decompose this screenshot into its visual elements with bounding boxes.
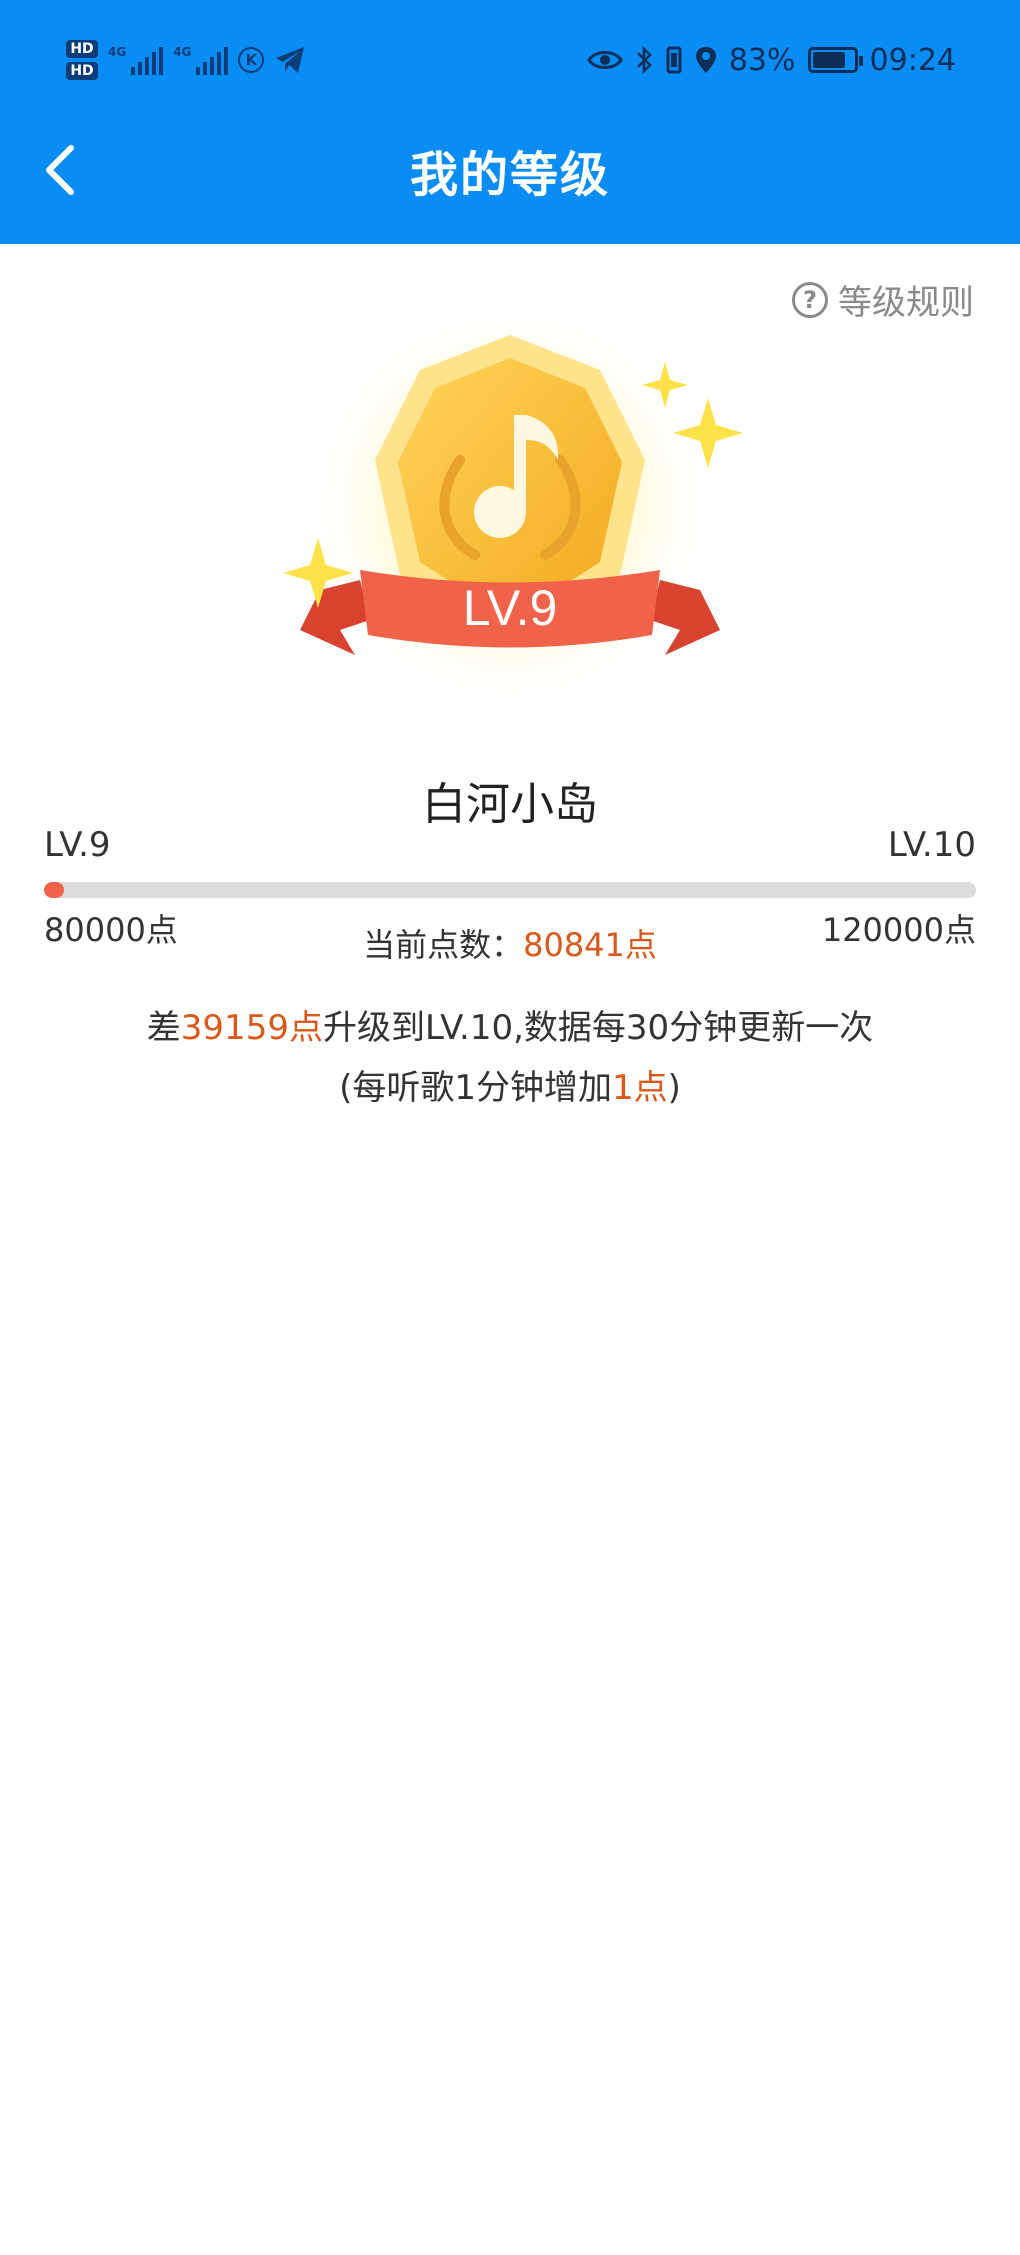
next-level-label: LV.10 bbox=[887, 825, 976, 865]
level-badge: LV.9 bbox=[260, 290, 760, 750]
top-header: HD HD 4G 4G K 83% 09:24 我的等级 bbox=[0, 0, 1020, 244]
level-rules-link[interactable]: ? 等级规则 bbox=[792, 275, 974, 324]
network-type-2: 4G bbox=[173, 45, 192, 59]
level-badge-graphic: LV.9 bbox=[283, 290, 743, 720]
current-points-value: 80841点 bbox=[523, 926, 657, 964]
eye-icon bbox=[587, 51, 623, 69]
current-level-label: LV.9 bbox=[44, 825, 111, 865]
status-bar-left: HD HD 4G 4G K bbox=[66, 30, 306, 90]
bluetooth-icon bbox=[636, 45, 652, 75]
points-rate-info: (每听歌1分钟增加1点) bbox=[0, 1060, 1020, 1109]
hd-indicators: HD HD bbox=[66, 40, 98, 80]
k-app-icon: K bbox=[238, 47, 265, 73]
upgrade-points-needed: 39159点 bbox=[180, 1008, 323, 1048]
upgrade-info-prefix: 差 bbox=[146, 1008, 181, 1048]
hd-badge-2: HD bbox=[66, 62, 98, 80]
signal-2-icon: 4G bbox=[173, 45, 229, 75]
current-points-label: 当前点数： bbox=[363, 926, 524, 964]
level-rules-label: 等级规则 bbox=[838, 283, 974, 323]
vibrate-icon bbox=[666, 46, 682, 74]
location-icon bbox=[695, 47, 716, 73]
level-progress-fill bbox=[44, 882, 64, 898]
telegram-icon bbox=[276, 47, 305, 73]
upgrade-info-suffix: 升级到LV.10,数据每30分钟更新一次 bbox=[322, 1008, 874, 1048]
battery-fill bbox=[812, 52, 846, 68]
badge-level-text: LV.9 bbox=[463, 580, 558, 636]
upgrade-info: 差39159点升级到LV.10,数据每30分钟更新一次 bbox=[0, 1000, 1020, 1049]
level-progress-bar bbox=[44, 882, 976, 898]
battery-icon bbox=[807, 47, 863, 73]
hd-badge-1: HD bbox=[66, 40, 98, 58]
user-name: 白河小岛 bbox=[422, 779, 598, 830]
signal-1-icon: 4G bbox=[108, 45, 164, 75]
network-type-1: 4G bbox=[108, 45, 127, 59]
points-rate-value: 1点 bbox=[612, 1068, 668, 1108]
page-title: 我的等级 bbox=[409, 147, 610, 203]
status-bar-right: 83% 09:24 bbox=[587, 30, 956, 90]
battery-percent: 83% bbox=[728, 42, 796, 78]
current-points: 当前点数：80841点 bbox=[0, 920, 1020, 966]
points-rate-suffix: ) bbox=[667, 1068, 681, 1108]
points-rate-prefix: (每听歌1分钟增加 bbox=[339, 1068, 612, 1108]
clock: 09:24 bbox=[869, 42, 956, 78]
question-circle-icon: ? bbox=[792, 281, 828, 318]
